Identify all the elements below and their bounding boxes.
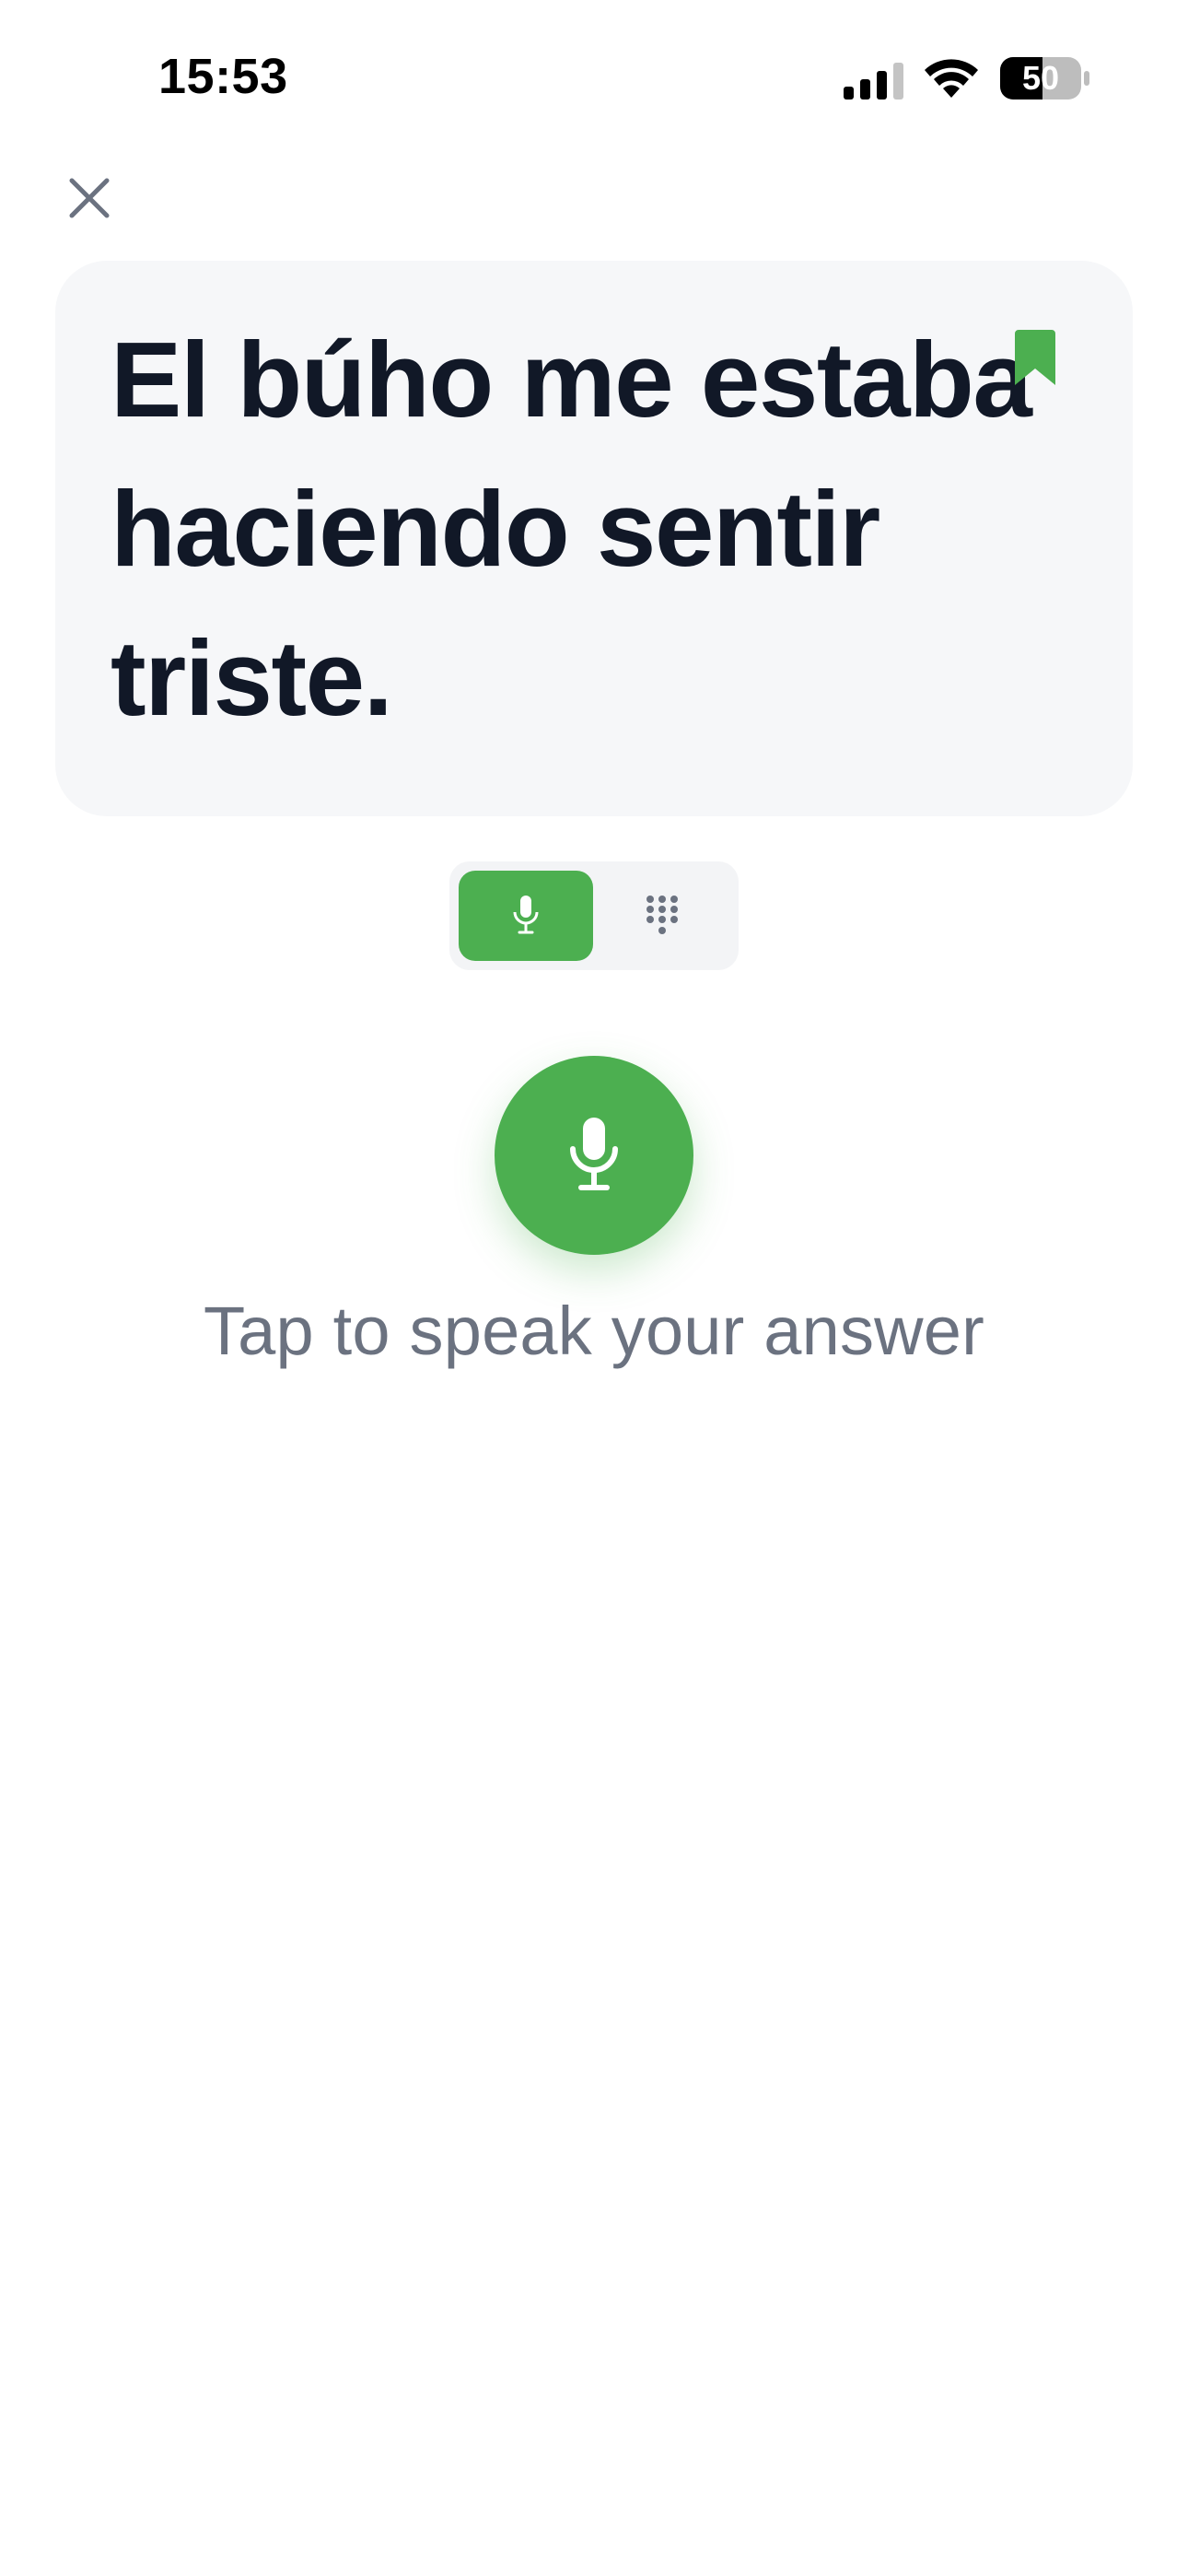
status-bar: 15:53 50 — [0, 0, 1188, 157]
status-time: 15:53 — [158, 49, 288, 104]
input-mode-toggle — [449, 861, 739, 970]
battery-level: 50 — [1021, 59, 1060, 97]
phrase-card: El búho me estaba haciendo sentir triste… — [55, 261, 1133, 816]
signal-icon — [844, 63, 903, 100]
voice-mode-button[interactable] — [459, 871, 593, 961]
phrase-text: El búho me estaba haciendo sentir triste… — [111, 320, 1032, 738]
keypad-mode-button[interactable] — [595, 871, 729, 961]
microphone-icon — [513, 896, 539, 934]
close-icon — [69, 178, 110, 218]
wifi-icon — [925, 59, 978, 98]
close-button[interactable] — [57, 166, 122, 230]
speak-hint: Tap to speak your answer — [203, 1293, 985, 1369]
battery-icon: 50 — [1000, 57, 1090, 100]
bookmark-icon[interactable] — [1015, 330, 1055, 387]
speak-button[interactable] — [495, 1056, 693, 1255]
keypad-icon — [646, 896, 678, 934]
microphone-icon — [570, 1118, 618, 1190]
